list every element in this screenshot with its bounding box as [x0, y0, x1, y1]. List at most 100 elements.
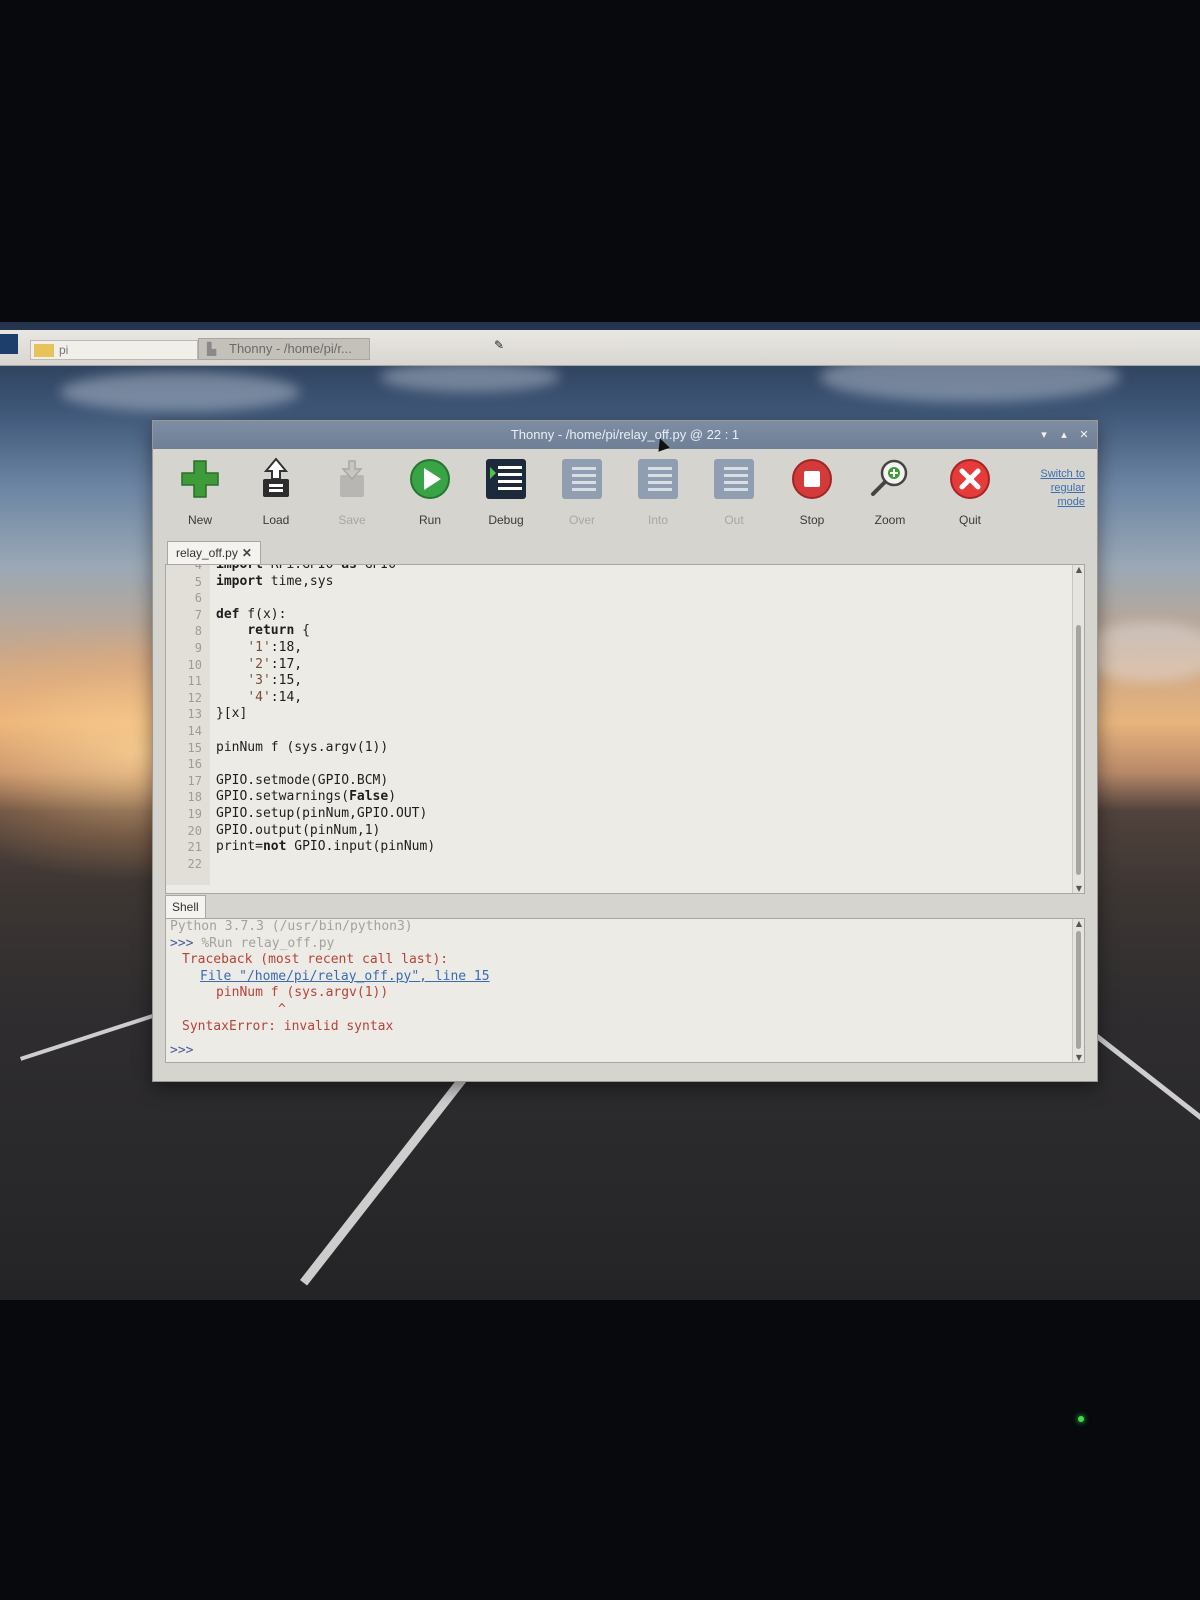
line-number: 14 [187, 723, 202, 738]
taskbar-app-label: Thonny - /home/pi/r... [229, 341, 352, 356]
line-number: 8 [194, 624, 202, 639]
save-icon [340, 460, 364, 497]
code-line[interactable]: GPIO.output(pinNum,1) [216, 823, 1070, 840]
shell-error-code: pinNum f (sys.argv(1)) [216, 985, 389, 1001]
shell-file-ref-line: File "/home/pi/relay_off.py", line 15 [170, 969, 1084, 986]
out-label: Out [724, 513, 744, 527]
save-label: Save [338, 513, 366, 527]
debug-icon [486, 459, 526, 499]
tab-label: relay_off.py [176, 546, 238, 560]
load-icon [263, 457, 289, 497]
step-into-icon [638, 459, 678, 499]
maximize-icon[interactable]: ▴ [1055, 421, 1073, 449]
code-line[interactable] [216, 590, 1070, 607]
code-editor[interactable]: 4 5 6 7 8 9 10 11 12 13 14 15 16 17 18 19 20 21 22 import … [165, 564, 1085, 894]
line-number: 10 [187, 657, 202, 672]
window-title: Thonny - /home/pi/relay_off.py @ 22 : 1 [510, 427, 740, 442]
tab-close-icon[interactable]: ✕ [242, 546, 252, 560]
play-icon [410, 459, 450, 499]
shell-run-line: >>> %Run relay_off.py [170, 936, 1084, 953]
line-number: 15 [187, 740, 202, 755]
save-button[interactable]: Save [317, 457, 387, 533]
code-line[interactable]: return { [216, 623, 1070, 640]
scroll-down-icon[interactable]: ▼ [1074, 884, 1084, 893]
shell-final-prompt[interactable]: >>> [170, 1043, 1084, 1060]
minimize-icon[interactable]: ▾ [1035, 421, 1053, 449]
code-line[interactable]: '3':15, [216, 673, 1070, 690]
stop-button[interactable]: Stop [777, 457, 847, 533]
zoom-button[interactable]: Zoom [855, 457, 925, 533]
code-line[interactable]: '2':17, [216, 657, 1070, 674]
code-line[interactable] [216, 723, 1070, 740]
run-label: Run [418, 513, 441, 527]
step-into-button[interactable]: Into [623, 457, 693, 533]
step-over-button[interactable]: Over [547, 457, 617, 533]
new-label: New [187, 513, 212, 527]
thonny-window: Thonny - /home/pi/relay_off.py @ 22 : 1 … [152, 420, 1098, 1082]
shell-panel[interactable]: Python 3.7.3 (/usr/bin/python3) >>> %Run… [165, 918, 1085, 1063]
toolbar: New Load Save Run Debug Over Into Out St… [153, 449, 1097, 543]
quit-label: Quit [958, 513, 981, 527]
line-number: 7 [194, 607, 202, 622]
window-titlebar[interactable]: Thonny - /home/pi/relay_off.py @ 22 : 1 … [153, 421, 1097, 449]
shell-scroll-down-icon[interactable]: ▼ [1074, 1053, 1084, 1062]
shell-scroll-up-icon[interactable]: ▲ [1074, 919, 1084, 928]
shell-scrollbar[interactable]: ▲ ▼ [1072, 919, 1084, 1062]
code-line[interactable]: def f(x): [216, 607, 1070, 624]
code-area[interactable]: import RPi.GPIO as GPIO import time,sys de… [216, 565, 1070, 885]
step-out-icon [714, 459, 754, 499]
shell-error-caret: ^ [278, 1001, 286, 1017]
code-line[interactable]: pinNum f (sys.argv(1)) [216, 740, 1070, 757]
tab-relay-off-py[interactable]: relay_off.py ✕ [167, 541, 261, 565]
stop-icon [792, 459, 832, 499]
editor-scrollbar[interactable]: ▲ ▼ [1072, 565, 1084, 893]
shell-file-link[interactable]: File "/home/pi/relay_off.py", line 15 [200, 969, 490, 984]
code-line[interactable]: import time,sys [216, 574, 1070, 591]
thonny-icon: ▙ [207, 342, 217, 356]
road-line [1094, 1034, 1200, 1125]
scroll-up-icon[interactable]: ▲ [1074, 565, 1084, 574]
taskbar-folder-button[interactable]: pi [30, 340, 198, 360]
code-line[interactable]: '4':14, [216, 690, 1070, 707]
tab-shell[interactable]: Shell [165, 895, 206, 919]
debug-button[interactable]: Debug [471, 457, 541, 533]
code-line[interactable]: }[x] [216, 706, 1070, 723]
menu-button[interactable] [0, 334, 18, 354]
quit-button[interactable]: Quit [935, 457, 1005, 533]
code-line[interactable] [216, 756, 1070, 773]
code-line[interactable]: GPIO.setwarnings(False) [216, 789, 1070, 806]
debug-label: Debug [488, 513, 524, 527]
line-number: 17 [187, 773, 202, 788]
editor-scroll-thumb[interactable] [1076, 625, 1081, 875]
taskbar-thonny-button[interactable]: ▙ Thonny - /home/pi/r... [198, 338, 370, 360]
run-button[interactable]: Run [395, 457, 465, 533]
shell-scroll-thumb[interactable] [1076, 931, 1081, 1049]
code-line[interactable]: import RPi.GPIO as GPIO [216, 565, 1070, 574]
code-line[interactable] [216, 856, 1070, 873]
pen-icon: ✎ [494, 338, 505, 352]
code-line[interactable]: GPIO.setmode(GPIO.BCM) [216, 773, 1070, 790]
line-number: 6 [194, 591, 202, 606]
code-line[interactable]: '1':18, [216, 640, 1070, 657]
shell-tab-label: Shell [172, 900, 199, 914]
zoom-label: Zoom [874, 513, 906, 527]
quit-icon [950, 459, 990, 499]
line-number: 19 [187, 806, 202, 821]
stop-label: Stop [799, 513, 825, 527]
shell-run-command: %Run relay_off.py [201, 935, 335, 951]
step-out-button[interactable]: Out [699, 457, 769, 533]
cloud [1080, 622, 1200, 682]
close-icon[interactable]: ✕ [1075, 421, 1093, 449]
load-button[interactable]: Load [241, 457, 311, 533]
power-led-icon [1078, 1416, 1084, 1422]
line-number: 22 [187, 856, 202, 871]
shell-error-message: SyntaxError: invalid syntax [182, 1018, 394, 1034]
new-button[interactable]: New [165, 457, 235, 533]
shell-prompt: >>> [170, 935, 202, 951]
switch-mode-link[interactable]: Switch to regular mode [1023, 467, 1085, 509]
line-number: 11 [187, 674, 202, 689]
folder-icon [34, 344, 54, 357]
code-line[interactable]: GPIO.setup(pinNum,GPIO.OUT) [216, 806, 1070, 823]
code-line[interactable]: print=not GPIO.input(pinNum) [216, 839, 1070, 856]
zoom-icon [871, 459, 908, 496]
